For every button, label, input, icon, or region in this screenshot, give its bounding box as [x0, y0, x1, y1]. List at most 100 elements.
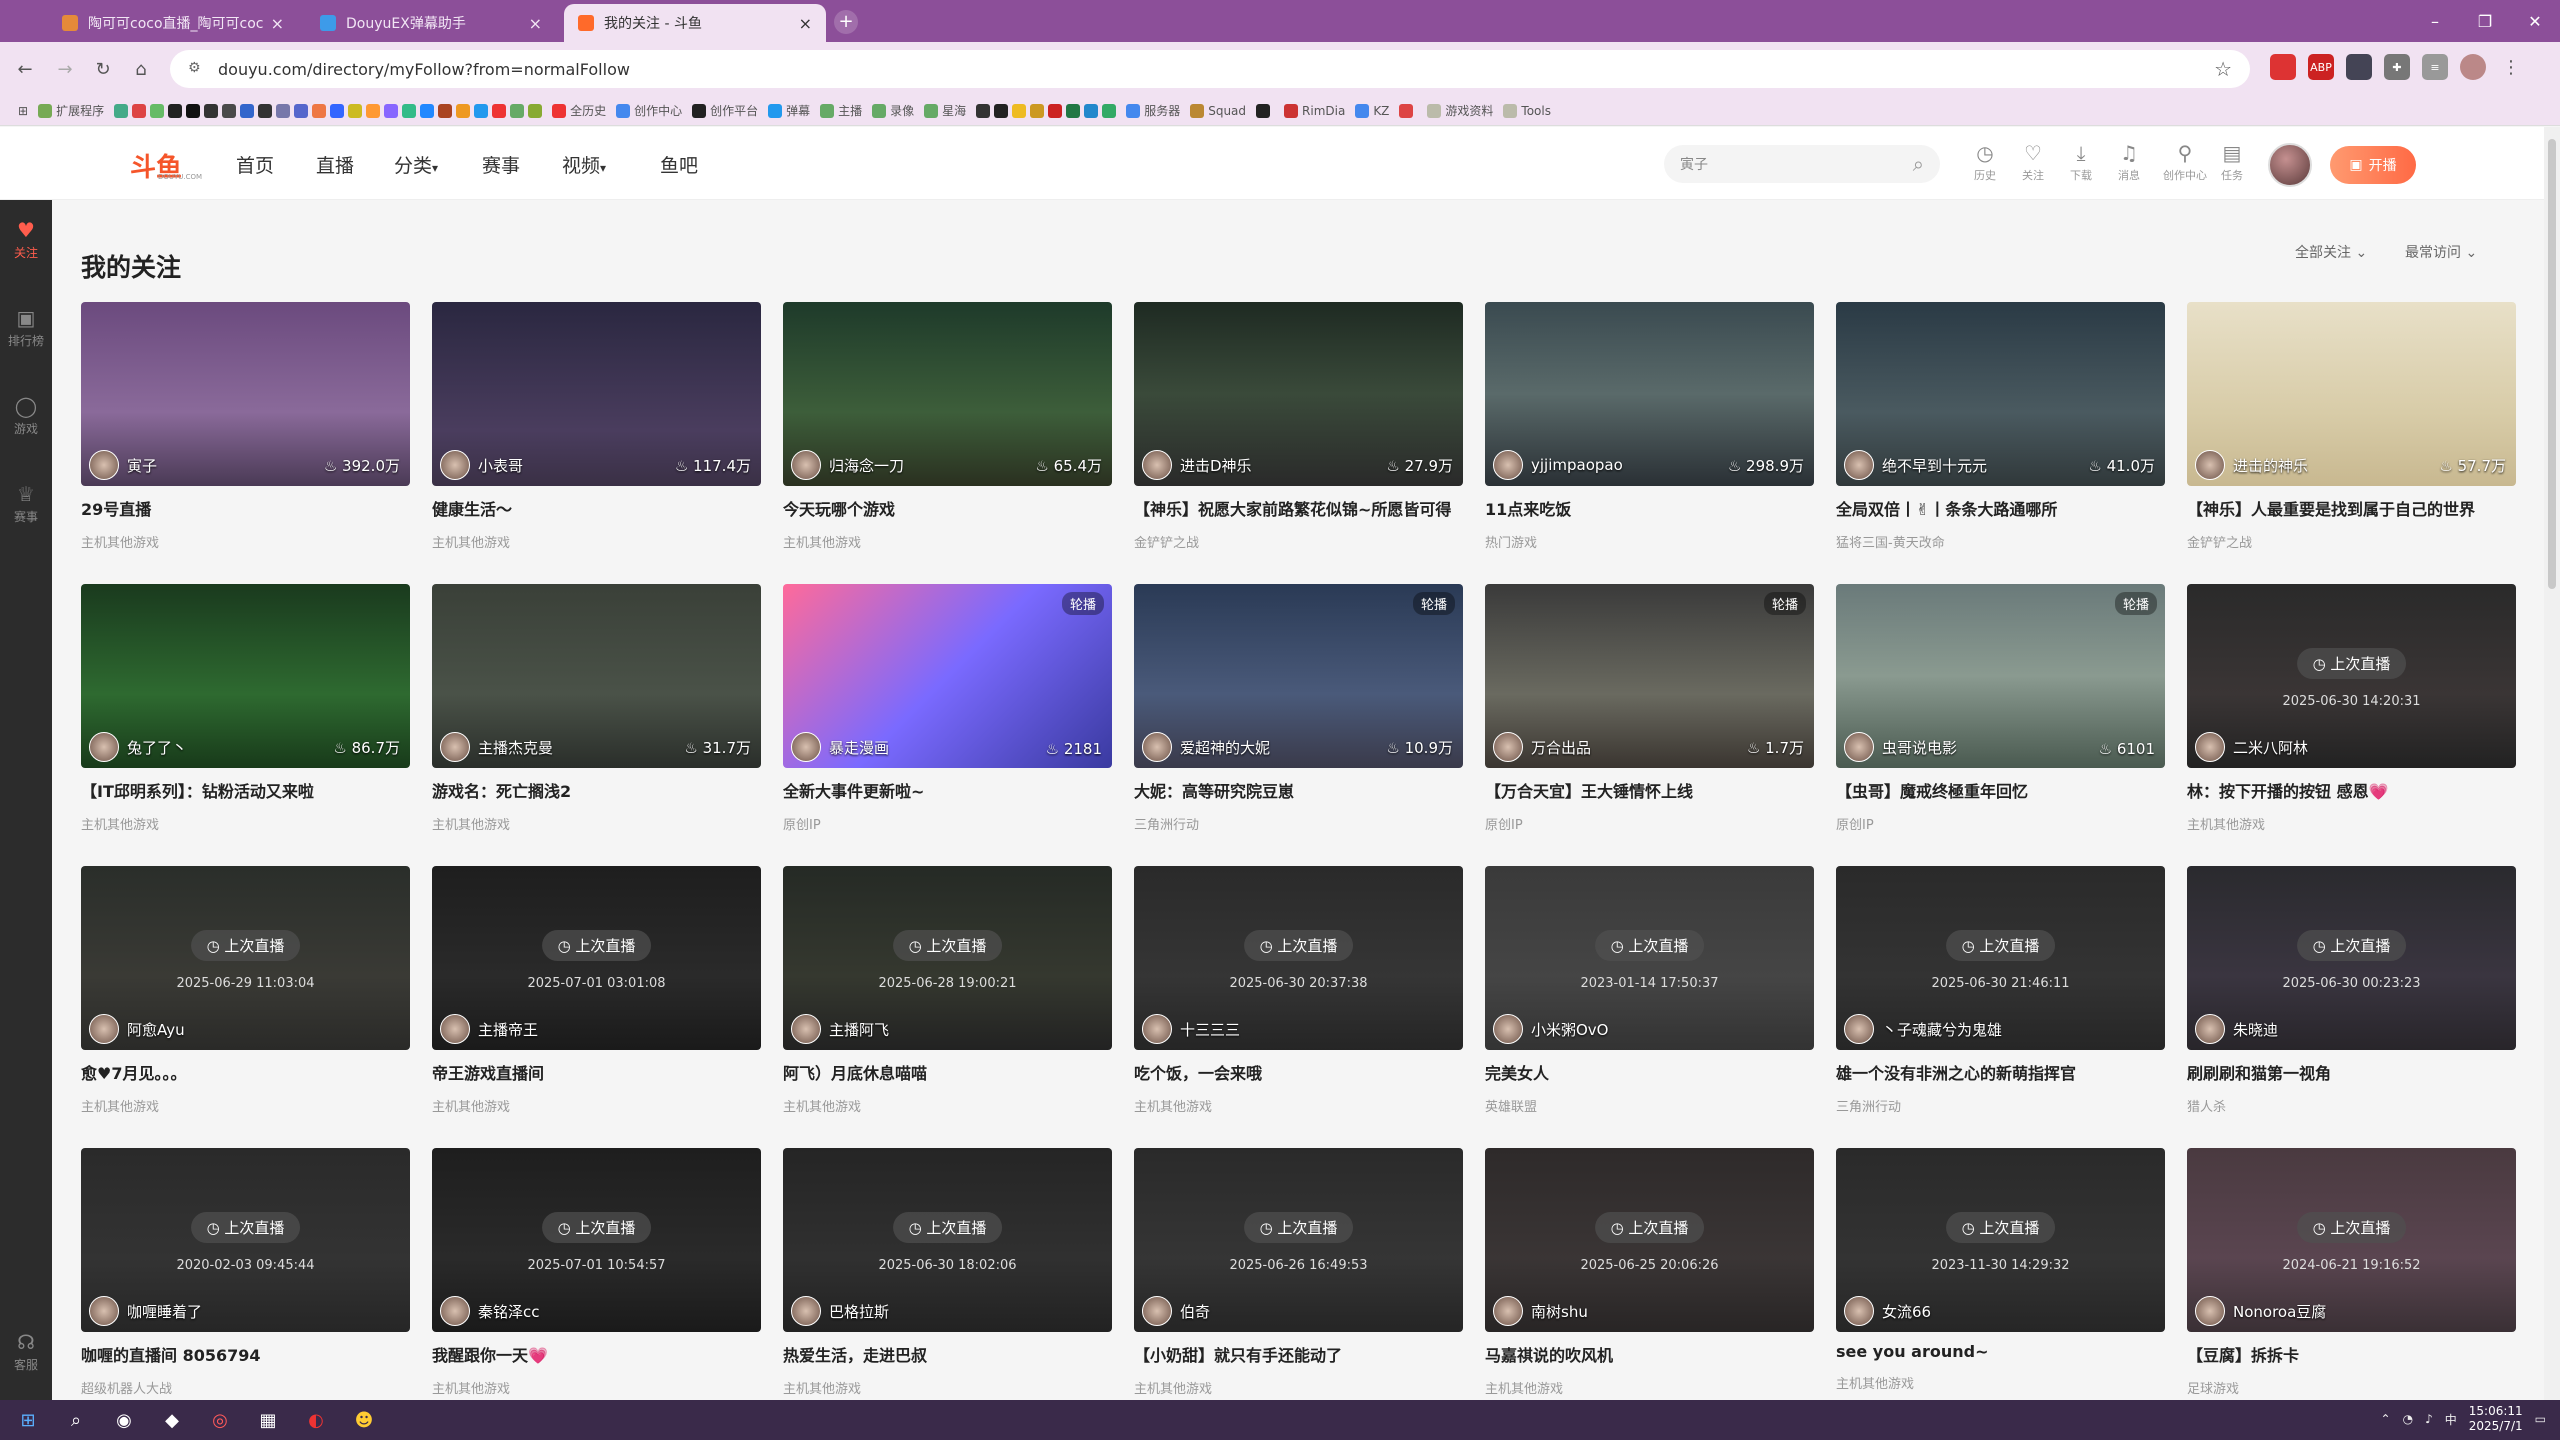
streamer-info[interactable]: 伯奇: [1142, 1296, 1210, 1326]
volume-icon[interactable]: ♪: [2425, 1412, 2433, 1426]
app-icon[interactable]: ▦: [248, 1404, 288, 1436]
follow-card[interactable]: 小表哥 ♨ 117.4万 健康生活～ 主机其他游戏: [432, 302, 761, 562]
streamer-avatar[interactable]: [1493, 732, 1523, 762]
netease-icon[interactable]: ◐: [296, 1404, 336, 1436]
bookmark-item[interactable]: KZ: [1355, 103, 1389, 118]
close-window-icon[interactable]: ✕: [2510, 0, 2560, 42]
follow-card[interactable]: 寅子 ♨ 392.0万 29号直播 主机其他游戏: [81, 302, 410, 562]
back-icon[interactable]: ←: [10, 54, 40, 84]
streamer-avatar[interactable]: [1142, 732, 1172, 762]
streamer-avatar[interactable]: [89, 450, 119, 480]
sidebar-item-events[interactable]: ♕ 赛事: [0, 482, 52, 525]
bookmark-item[interactable]: 星海: [924, 102, 966, 119]
notification-icon[interactable]: ▭: [2535, 1412, 2546, 1426]
bookmark-item[interactable]: [1256, 103, 1274, 118]
streamer-avatar[interactable]: [440, 1014, 470, 1044]
nav-video[interactable]: 视频▾: [562, 151, 606, 178]
tab-close-icon[interactable]: ×: [529, 14, 542, 33]
room-category[interactable]: 原创IP: [783, 814, 1112, 833]
room-category[interactable]: 主机其他游戏: [81, 532, 410, 551]
follow-card[interactable]: ◷ 上次直播 2025-06-26 16:49:53 伯奇 【小奶甜】就只有手还能动了…: [1134, 1148, 1463, 1400]
follow-card[interactable]: 轮播 暴走漫画 ♨ 2181 全新大事件更新啦~ 原创IP: [783, 584, 1112, 844]
follow-card[interactable]: ◷ 上次直播 2025-06-25 20:06:26 南树shu 马嘉祺说的吹风机 主机…: [1485, 1148, 1814, 1400]
start-live-button[interactable]: ▣ 开播: [2330, 146, 2416, 184]
room-title[interactable]: see you around~: [1836, 1342, 2165, 1361]
home-icon[interactable]: ⌂: [126, 54, 156, 84]
stream-thumbnail[interactable]: 主播杰克曼 ♨ 31.7万: [432, 584, 761, 768]
bookmark-star-icon[interactable]: ☆: [2214, 57, 2232, 81]
streamer-info[interactable]: 进击的神乐: [2195, 450, 2308, 480]
bookmark-folder[interactable]: 游戏资料: [1427, 102, 1493, 119]
stream-thumbnail[interactable]: ◷ 上次直播 2025-06-30 14:20:31 二米八阿林: [2187, 584, 2516, 768]
follow-card[interactable]: 主播杰克曼 ♨ 31.7万 游戏名：死亡搁浅2 主机其他游戏: [432, 584, 761, 844]
streamer-info[interactable]: 女流66: [1844, 1296, 1931, 1326]
header-task[interactable]: ▤ 任务: [2212, 141, 2252, 183]
search-icon[interactable]: ⌕: [56, 1404, 96, 1436]
bookmark-item[interactable]: 服务器: [1126, 102, 1180, 119]
bookmark-item[interactable]: 创作平台: [692, 102, 758, 119]
streamer-avatar[interactable]: [2195, 732, 2225, 762]
filter-all-follow[interactable]: 全部关注 ⌄: [2295, 242, 2367, 262]
room-title[interactable]: 【小奶甜】就只有手还能动了: [1134, 1342, 1463, 1366]
more-menu-icon[interactable]: ⋮: [2498, 54, 2524, 80]
streamer-info[interactable]: 绝不早到十元元: [1844, 450, 1987, 480]
follow-card[interactable]: ◷ 上次直播 2025-06-29 11:03:04 阿愈Ayu 愈♥7月见。。。 主机…: [81, 866, 410, 1126]
streamer-info[interactable]: 丶子魂藏兮为鬼雄: [1844, 1014, 2002, 1044]
room-category[interactable]: 猎人杀: [2187, 1096, 2516, 1115]
streamer-info[interactable]: 进击D神乐: [1142, 450, 1252, 480]
streamer-avatar[interactable]: [791, 732, 821, 762]
room-category[interactable]: 原创IP: [1836, 814, 2165, 833]
stream-thumbnail[interactable]: 绝不早到十元元 ♨ 41.0万: [1836, 302, 2165, 486]
room-category[interactable]: 主机其他游戏: [1134, 1096, 1463, 1115]
profile-icon[interactable]: [2460, 54, 2486, 80]
menu-list-icon[interactable]: ≡: [2422, 54, 2448, 80]
follow-card[interactable]: ◷ 上次直播 2025-06-30 00:23:23 朱晓迪 刷刷刷和猫第一视角 猎人杀: [2187, 866, 2516, 1126]
room-category[interactable]: 主机其他游戏: [783, 1096, 1112, 1115]
stream-thumbnail[interactable]: ◷ 上次直播 2025-06-30 21:46:11 丶子魂藏兮为鬼雄: [1836, 866, 2165, 1050]
follow-card[interactable]: 轮播 万合出品 ♨ 1.7万 【万合天宜】王大锤情怀上线 原创IP: [1485, 584, 1814, 844]
room-title[interactable]: 今天玩哪个游戏: [783, 496, 1112, 520]
follow-card[interactable]: ◷ 上次直播 2020-02-03 09:45:44 咖喱睡着了 咖喱的直播间 805…: [81, 1148, 410, 1400]
stream-thumbnail[interactable]: 进击的神乐 ♨ 57.7万: [2187, 302, 2516, 486]
room-title[interactable]: 【IT邱明系列】：钻粉活动又来啦: [81, 778, 410, 802]
room-title[interactable]: 【豆腐】拆拆卡: [2187, 1342, 2516, 1366]
follow-card[interactable]: ◷ 上次直播 2025-06-30 14:20:31 二米八阿林 林：按下开播的按钮 …: [2187, 584, 2516, 844]
room-title[interactable]: 全局双倍丨✌丨条条大路通哪所: [1836, 496, 2165, 520]
streamer-avatar[interactable]: [1142, 450, 1172, 480]
stream-thumbnail[interactable]: 归海念一刀 ♨ 65.4万: [783, 302, 1112, 486]
stream-thumbnail[interactable]: ◷ 上次直播 2025-06-29 11:03:04 阿愈Ayu: [81, 866, 410, 1050]
follow-card[interactable]: 轮播 爱超神的大妮 ♨ 10.9万 大妮：高等研究院豆崽 三角洲行动: [1134, 584, 1463, 844]
room-category[interactable]: 热门游戏: [1485, 532, 1814, 551]
nav-category[interactable]: 分类▾: [394, 151, 438, 178]
extension-icon[interactable]: [2270, 54, 2296, 80]
streamer-avatar[interactable]: [2195, 1014, 2225, 1044]
streamer-info[interactable]: 万合出品: [1493, 732, 1591, 762]
stream-thumbnail[interactable]: ◷ 上次直播 2025-06-25 20:06:26 南树shu: [1485, 1148, 1814, 1332]
room-category[interactable]: 英雄联盟: [1485, 1096, 1814, 1115]
sidebar-item-game[interactable]: ◯ 游戏: [0, 394, 52, 437]
streamer-avatar[interactable]: [1844, 732, 1874, 762]
app-icon[interactable]: ☻: [344, 1404, 384, 1436]
streamer-avatar[interactable]: [1142, 1014, 1172, 1044]
header-message[interactable]: ♫ 消息: [2109, 141, 2149, 183]
browser-tab-2[interactable]: DouyuEX弹幕助手 ×: [306, 4, 556, 42]
room-category[interactable]: 超级机器人大战: [81, 1378, 410, 1397]
room-category[interactable]: 主机其他游戏: [1836, 1373, 2165, 1392]
scrollbar-thumb[interactable]: [2548, 139, 2556, 589]
header-download[interactable]: ⤓ 下载: [2061, 141, 2101, 183]
stream-thumbnail[interactable]: ◷ 上次直播 2025-06-30 20:37:38 十三三三: [1134, 866, 1463, 1050]
room-category[interactable]: 主机其他游戏: [81, 1096, 410, 1115]
streamer-info[interactable]: 主播帝王: [440, 1014, 538, 1044]
room-category[interactable]: 三角洲行动: [1836, 1096, 2165, 1115]
room-title[interactable]: 完美女人: [1485, 1060, 1814, 1084]
bookmark-item[interactable]: 录像: [872, 102, 914, 119]
nav-home[interactable]: 首页: [236, 151, 274, 178]
system-clock[interactable]: 15:06:11 2025/7/1: [2469, 1404, 2523, 1434]
room-category[interactable]: 主机其他游戏: [432, 1378, 761, 1397]
stream-thumbnail[interactable]: 轮播 暴走漫画 ♨ 2181: [783, 584, 1112, 768]
stream-thumbnail[interactable]: 进击D神乐 ♨ 27.9万: [1134, 302, 1463, 486]
room-title[interactable]: 【神乐】祝愿大家前路繁花似锦~所愿皆可得: [1134, 496, 1463, 520]
streamer-avatar[interactable]: [791, 1014, 821, 1044]
wifi-icon[interactable]: ◔: [2403, 1412, 2413, 1426]
stream-thumbnail[interactable]: ◷ 上次直播 2024-06-21 19:16:52 Nonoroa豆腐: [2187, 1148, 2516, 1332]
